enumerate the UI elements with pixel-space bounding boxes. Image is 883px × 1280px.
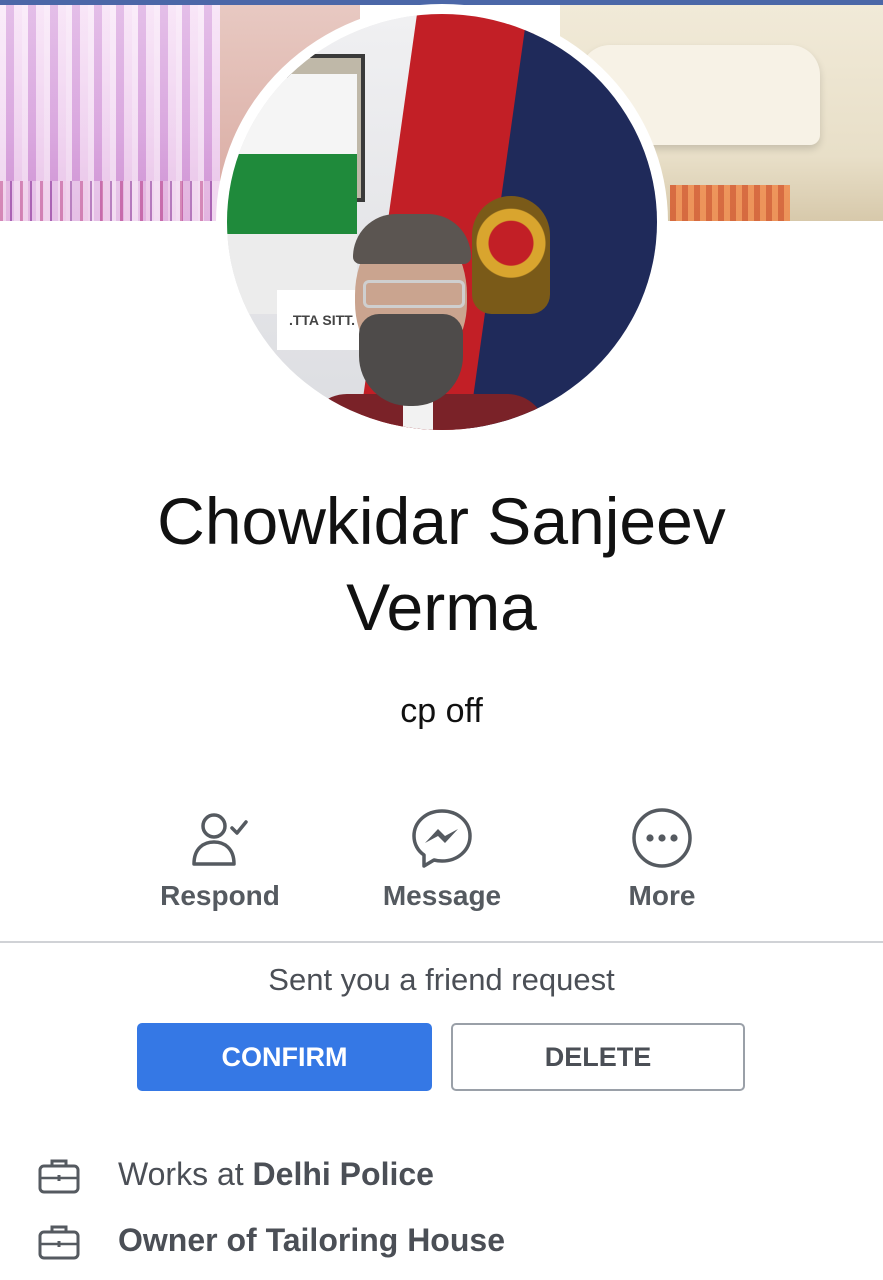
- message-label: Message: [382, 880, 502, 911]
- indian-flag: [227, 74, 357, 314]
- friend-request-text: Sent you a friend request: [268, 962, 615, 997]
- info-work-row[interactable]: Works at Delhi Police: [38, 1146, 858, 1206]
- person-check-icon: [192, 813, 248, 866]
- respond-label: Respond: [160, 880, 280, 911]
- profile-picture[interactable]: .TTA SITT.: [216, 4, 668, 440]
- profile-subtitle: cp off: [400, 692, 483, 730]
- more-label: More: [628, 880, 696, 911]
- more-button[interactable]: More: [567, 806, 757, 912]
- confirm-button[interactable]: CONFIRM: [137, 1023, 432, 1091]
- messenger-icon: [412, 809, 472, 868]
- message-button[interactable]: Message: [347, 806, 537, 912]
- work-prefix: Works at: [118, 1156, 253, 1192]
- delete-button[interactable]: DELETE: [451, 1023, 745, 1091]
- divider: [0, 941, 883, 943]
- briefcase-icon: [38, 1159, 80, 1194]
- work-place[interactable]: Delhi Police: [253, 1156, 434, 1192]
- avatar-sign: .TTA SITT.: [277, 290, 367, 350]
- respond-button[interactable]: Respond: [125, 806, 315, 912]
- briefcase-icon: [38, 1225, 80, 1260]
- police-emblem: [472, 196, 550, 314]
- profile-name: Chowkidar Sanjeev Verma: [157, 484, 726, 644]
- more-dots-icon: [632, 808, 692, 868]
- owner-text[interactable]: Owner of Tailoring House: [118, 1222, 505, 1258]
- info-owner-row[interactable]: Owner of Tailoring House: [38, 1212, 858, 1272]
